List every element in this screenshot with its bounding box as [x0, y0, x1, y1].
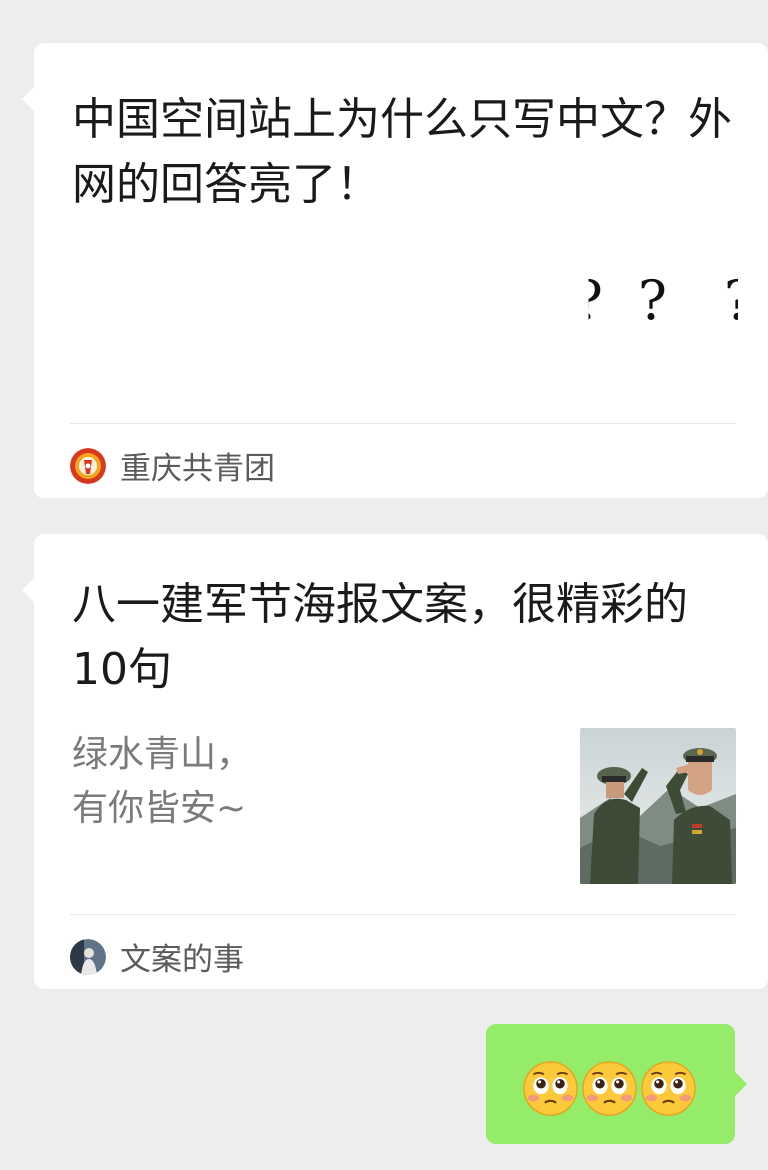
article-thumbnail: ? ? ? — [588, 269, 738, 332]
source-name: 文案的事 — [120, 942, 244, 978]
pleading-face-icon — [641, 1061, 696, 1116]
article-title: 八一建军节海报文案，很精彩的10句 — [72, 579, 688, 695]
card-divider — [70, 423, 736, 424]
youth-league-avatar-icon — [70, 447, 106, 484]
pleading-face-icon — [582, 1061, 637, 1116]
saluting-soldiers-photo — [580, 728, 736, 884]
person-avatar-icon — [70, 938, 106, 975]
article-summary: 绿水青山， 有你皆安~ — [72, 728, 552, 836]
card-divider — [70, 914, 736, 915]
outgoing-message-bubble[interactable] — [486, 1024, 747, 1144]
summary-line: 有你皆安~ — [72, 788, 247, 829]
article-source[interactable]: 文案的事 — [70, 934, 244, 979]
article-card[interactable]: 中国空间站上为什么只写中文？外网的回答亮了！ ? ? ? 重庆共青团 — [22, 43, 768, 498]
pleading-face-icon — [523, 1061, 578, 1116]
summary-line: 绿水青山， — [72, 734, 253, 775]
article-source[interactable]: 重庆共青团 — [70, 443, 275, 488]
article-card[interactable]: 八一建军节海报文案，很精彩的10句 绿水青山， 有你皆安~ 文案的事 — [22, 534, 768, 989]
article-title: 中国空间站上为什么只写中文？外网的回答亮了！ — [72, 94, 732, 210]
source-name: 重庆共青团 — [120, 451, 275, 487]
emoji-row — [522, 1060, 697, 1117]
